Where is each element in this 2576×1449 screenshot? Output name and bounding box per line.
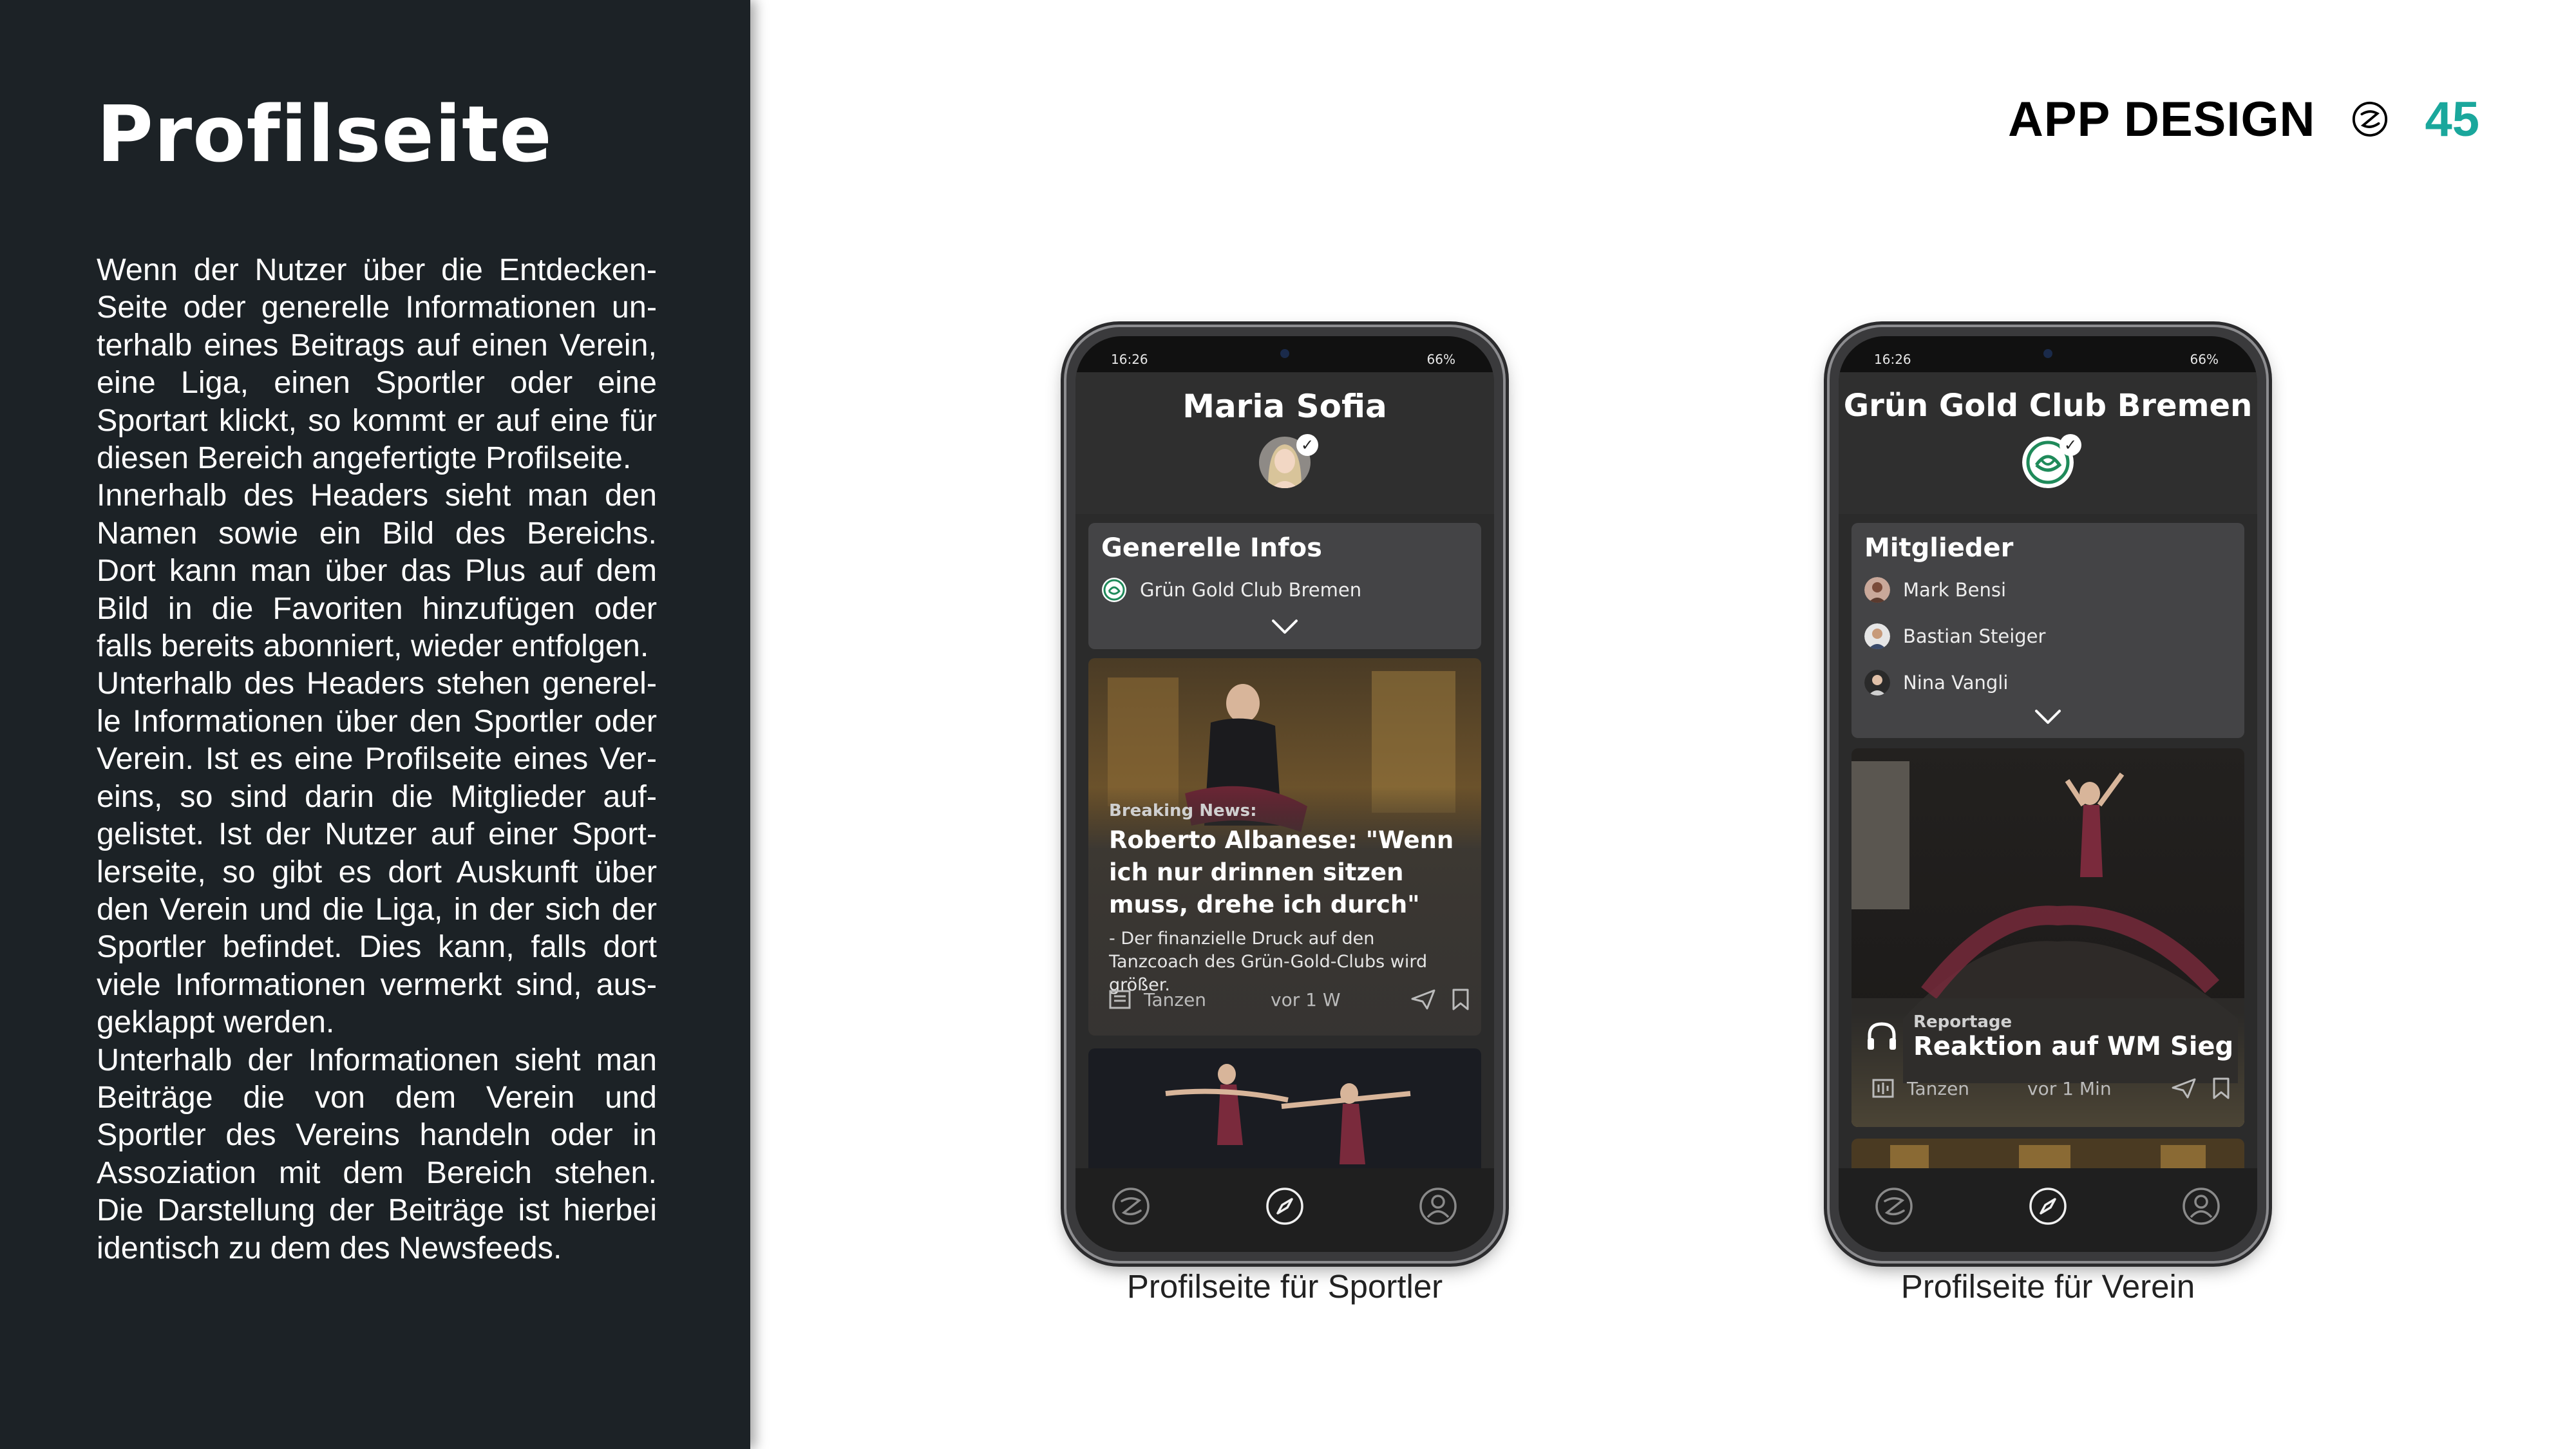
member-avatar-icon: [1864, 623, 1890, 649]
member-avatar-icon: [1864, 670, 1890, 696]
profile-name: Grün Gold Club Bremen: [1843, 388, 2253, 424]
bookmark-icon[interactable]: [2212, 1077, 2230, 1100]
phone-mockup-athlete: 16:26 66% Maria Sofia ✓ Generelle Infos: [1066, 327, 1503, 1261]
post-time: vor 1 Min: [2027, 1077, 2112, 1099]
member-name: Nina Vangli: [1903, 672, 2009, 694]
phone-mockup-club: 16:26 66% Grün Gold Club Bremen ✓ Mitgli…: [1830, 327, 2266, 1261]
subscribed-check-icon[interactable]: ✓: [2060, 434, 2081, 456]
description-paragraph: Unterhalb der Informationen sieht man Be…: [97, 1042, 657, 1265]
post-meta: Tanzen vor 1 Min: [1872, 1077, 2230, 1100]
post-kicker: Reportage: [1913, 1012, 2012, 1032]
post-meta: Tanzen vor 1 W: [1109, 988, 1470, 1011]
status-battery: 66%: [1426, 352, 1455, 367]
profile-name: Maria Sofia: [1182, 388, 1387, 425]
card-row-label: Grün Gold Club Bremen: [1140, 579, 1362, 601]
chevron-down-icon[interactable]: [2034, 708, 2062, 726]
profile-icon[interactable]: [2181, 1186, 2221, 1226]
compass-icon[interactable]: [1265, 1186, 1305, 1226]
member-row[interactable]: Mark Bensi: [1864, 576, 2006, 604]
status-time: 16:26: [1111, 352, 1148, 367]
post-subline: - Der finanzielle Druck auf den Tanzcoac…: [1109, 929, 1428, 995]
z-logo-icon: [2353, 101, 2388, 137]
headphones-icon: [1868, 1022, 1896, 1050]
description-paragraph: Wenn der Nutzer über die Entdecken-Seite…: [97, 252, 657, 476]
post-category: Tanzen: [1144, 989, 1207, 1010]
page-number: 45: [2425, 91, 2479, 147]
status-battery: 66%: [2190, 352, 2219, 367]
post-headline[interactable]: Reaktion auf WM Sieg: [1913, 1032, 2233, 1061]
slide-header: APP DESIGN 45: [2008, 90, 2479, 148]
card-title: Mitglieder: [1864, 533, 2014, 563]
phone-screen: 16:26 66% Grün Gold Club Bremen ✓ Mitgli…: [1839, 336, 2257, 1252]
card-title: Generelle Infos: [1101, 533, 1322, 563]
post-time: vor 1 W: [1271, 989, 1341, 1010]
profile-header: Grün Gold Club Bremen ✓: [1839, 372, 2257, 514]
front-camera: [1280, 349, 1289, 358]
post-image: [1852, 748, 2244, 1127]
member-name: Mark Bensi: [1903, 579, 2007, 601]
description-paragraph: Innerhalb des Headers sieht man den Name…: [97, 478, 657, 664]
audio-wave-icon: [1872, 1079, 1894, 1098]
phone-screen: 16:26 66% Maria Sofia ✓ Generelle Infos: [1075, 336, 1494, 1252]
z-home-icon[interactable]: [1874, 1186, 1914, 1226]
panel-title: Profilseite: [97, 90, 553, 180]
share-icon[interactable]: [2171, 1077, 2197, 1099]
chevron-down-icon[interactable]: [1271, 618, 1299, 636]
status-bar: 16:26 66%: [1075, 336, 1494, 372]
member-name: Bastian Steiger: [1903, 625, 2046, 647]
front-camera: [2043, 349, 2052, 358]
bottom-navigation: [1839, 1168, 2257, 1252]
compass-icon[interactable]: [2028, 1186, 2068, 1226]
post-headline[interactable]: Roberto Albanese: "Wenn ich nur drinnen …: [1109, 824, 1470, 921]
members-card: Mitglieder Mark Bensi Bastian Steiger Ni…: [1852, 523, 2244, 738]
share-icon[interactable]: [1410, 989, 1436, 1010]
section-title: APP DESIGN: [2008, 91, 2316, 147]
subscribed-check-icon[interactable]: ✓: [1296, 434, 1318, 456]
bookmark-icon[interactable]: [1452, 988, 1470, 1011]
article-icon: [1109, 990, 1131, 1009]
post-category: Tanzen: [1907, 1077, 1970, 1099]
member-avatar-icon: [1864, 577, 1890, 603]
news-post[interactable]: Breaking News: Roberto Albanese: "Wenn i…: [1088, 658, 1481, 1036]
member-row[interactable]: Nina Vangli: [1864, 668, 2008, 697]
profile-icon[interactable]: [1418, 1186, 1458, 1226]
card-row-club[interactable]: Grün Gold Club Bremen: [1101, 576, 1361, 604]
status-bar: 16:26 66%: [1839, 336, 2257, 372]
description-text: Wenn der Nutzer über die Entdecken-Seite…: [97, 251, 657, 1267]
member-row[interactable]: Bastian Steiger: [1864, 622, 2045, 650]
phone-caption: Profilseite für Sportler: [1126, 1268, 1443, 1305]
status-time: 16:26: [1874, 352, 1911, 367]
profile-header: Maria Sofia ✓: [1075, 372, 1494, 514]
description-panel: Profilseite Wenn der Nutzer über die Ent…: [0, 0, 750, 1449]
general-info-card: Generelle Infos Grün Gold Club Bremen: [1088, 523, 1481, 649]
news-post[interactable]: Reportage Reaktion auf WM Sieg Tanzen vo…: [1852, 748, 2244, 1127]
club-logo-icon: [1102, 578, 1126, 602]
bottom-navigation: [1075, 1168, 1494, 1252]
z-home-icon[interactable]: [1111, 1186, 1151, 1226]
phone-caption: Profilseite für Verein: [1900, 1268, 2195, 1305]
post-kicker: Breaking News:: [1109, 801, 1257, 820]
description-paragraph: Unterhalb des Headers stehen generel­le …: [97, 666, 657, 1040]
